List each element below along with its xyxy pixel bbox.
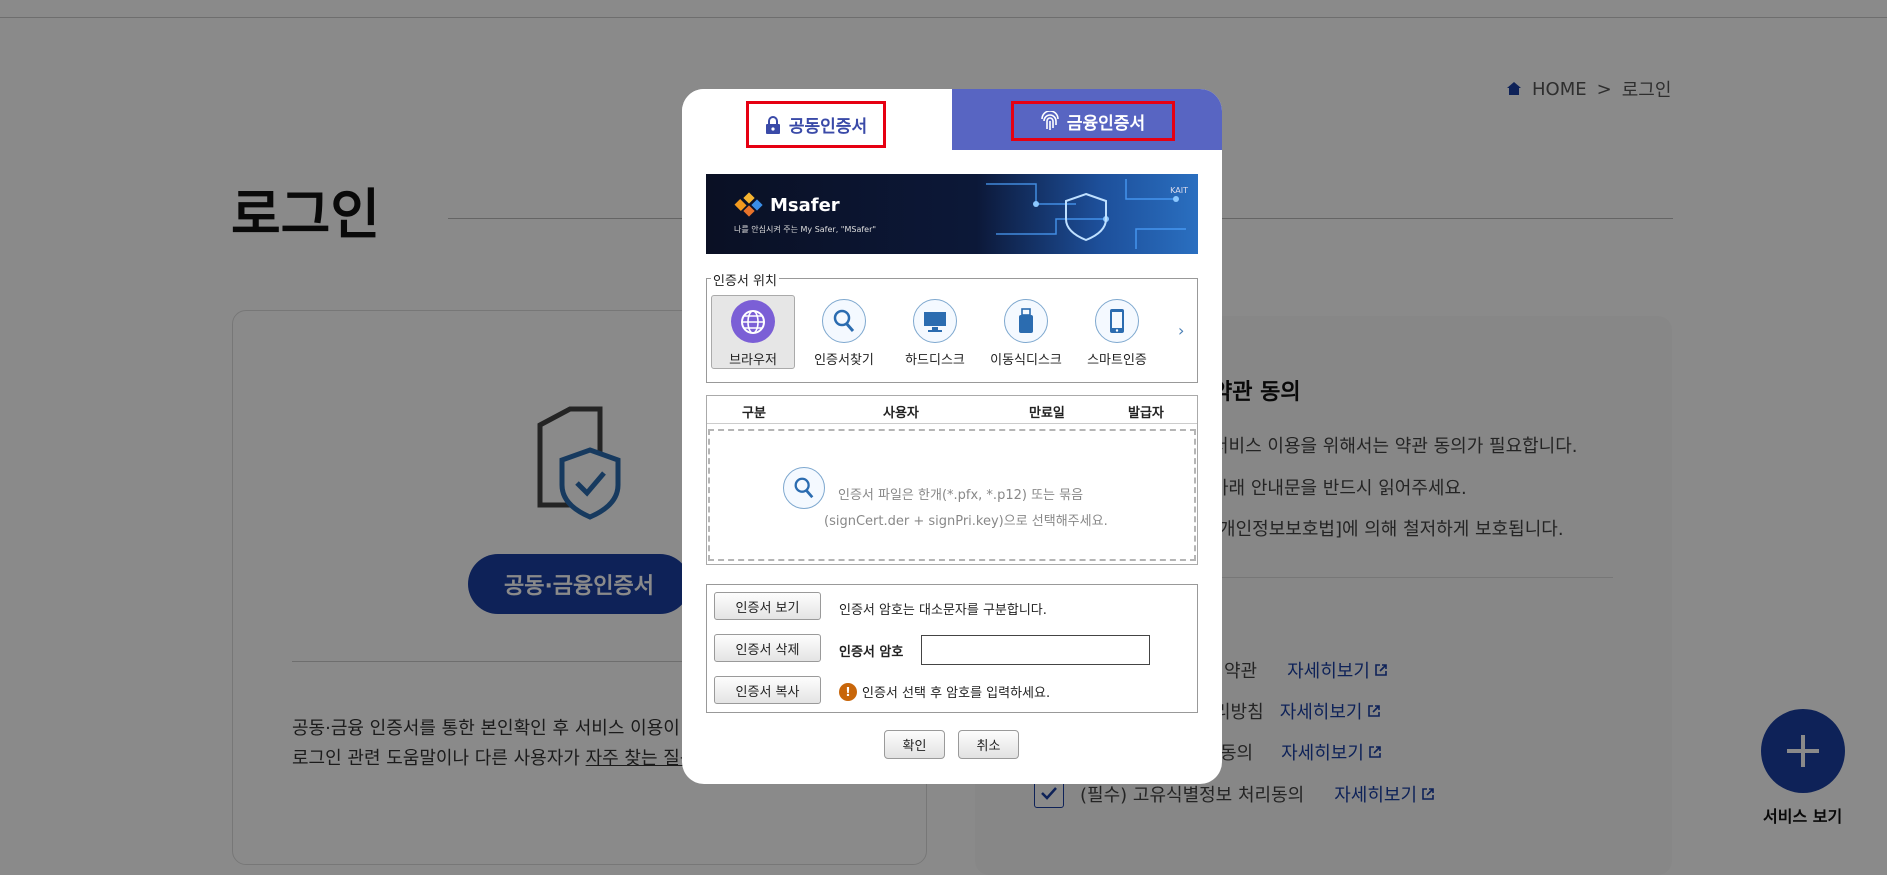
cert-actions-group: 인증서 보기 인증서 삭제 인증서 복사 인증서 암호는 대소문자를 구분합니다… [706, 584, 1198, 713]
location-label: 브라우저 [729, 353, 777, 368]
location-label: 하드디스크 [905, 353, 965, 368]
location-find-cert[interactable]: 인증서찾기 [802, 295, 886, 369]
kait-badge: KAIT [1170, 186, 1188, 195]
fingerprint-icon [1041, 111, 1059, 130]
usb-icon [1004, 299, 1048, 343]
msafer-logo: Msafer [734, 192, 840, 218]
cert-table: 구분 사용자 만료일 발급자 인증서 파일은 한개(*.pfx, *.p12) … [706, 395, 1198, 565]
location-hard-disk[interactable]: 하드디스크 [893, 295, 977, 369]
view-cert-button[interactable]: 인증서 보기 [714, 592, 821, 620]
smartphone-icon [1095, 299, 1139, 343]
msafer-slogan: 나를 안심시켜 주는 My Safer, "MSafer" [734, 225, 877, 234]
case-sensitive-note: 인증서 암호는 대소문자를 구분합니다. [839, 603, 1047, 618]
globe-icon [731, 300, 775, 343]
tab-joint-certificate[interactable]: 공동인증서 [682, 89, 952, 150]
tab-highlight-box: 금융인증서 [1011, 101, 1175, 141]
dropzone-text-2: (signCert.der + signPri.key)으로 선택해주세요. [824, 514, 1108, 529]
warning-icon: ! [839, 682, 857, 701]
dropzone-text-1: 인증서 파일은 한개(*.pfx, *.p12) 또는 묶음 [838, 488, 1084, 503]
tab-financial-certificate[interactable]: 금융인증서 [952, 89, 1222, 150]
monitor-icon [913, 299, 957, 343]
location-label: 스마트인증 [1087, 353, 1147, 368]
tab-label: 공동인증서 [788, 117, 868, 137]
cert-password-input[interactable] [921, 635, 1150, 665]
certificate-dialog: 공동인증서 금융인증서 Msafer 나를 안심시켜 주는 My Safer, … [682, 89, 1222, 784]
magnifier-icon [783, 467, 825, 509]
magnifier-icon [822, 299, 866, 343]
col-header-issuer: 발급자 [1128, 406, 1164, 421]
location-removable-disk[interactable]: 이동식디스크 [984, 295, 1068, 369]
password-hint-text: 인증서 선택 후 암호를 입력하세요. [862, 686, 1051, 701]
circuit-shield-graphic [986, 179, 1186, 249]
tab-highlight-box: 공동인증서 [746, 101, 886, 148]
password-label: 인증서 암호 [839, 645, 904, 660]
confirm-button[interactable]: 확인 [884, 730, 945, 759]
location-label: 이동식디스크 [990, 353, 1062, 368]
tab-label: 금융인증서 [1066, 113, 1146, 134]
password-hint: ! 인증서 선택 후 암호를 입력하세요. [839, 682, 1050, 701]
cert-table-header: 구분 사용자 만료일 발급자 [707, 396, 1197, 424]
cert-location-group: 인증서 위치 브라우저 인증서찾기 하드디스크 이동식디스크 스마트인증 › [706, 270, 1198, 383]
col-header-expiry: 만료일 [1029, 406, 1065, 421]
msafer-brand: Msafer [770, 194, 840, 216]
cert-location-legend: 인증서 위치 [711, 270, 779, 289]
copy-cert-button[interactable]: 인증서 복사 [714, 676, 821, 704]
col-header-user: 사용자 [883, 406, 919, 421]
location-smart-cert[interactable]: 스마트인증 [1075, 295, 1159, 369]
cert-tabs: 공동인증서 금융인증서 [682, 89, 1222, 150]
lock-icon [765, 115, 780, 134]
msafer-logo-icon [734, 192, 763, 217]
cancel-button[interactable]: 취소 [958, 730, 1019, 759]
msafer-banner[interactable]: Msafer 나를 안심시켜 주는 My Safer, "MSafer" KAI… [706, 174, 1198, 254]
chevron-right-icon[interactable]: › [1178, 321, 1184, 340]
location-label: 인증서찾기 [814, 353, 874, 368]
location-browser[interactable]: 브라우저 [711, 295, 795, 369]
col-header-type: 구분 [742, 406, 766, 421]
cert-file-dropzone[interactable]: 인증서 파일은 한개(*.pfx, *.p12) 또는 묶음 (signCert… [708, 429, 1196, 561]
delete-cert-button[interactable]: 인증서 삭제 [714, 634, 821, 662]
